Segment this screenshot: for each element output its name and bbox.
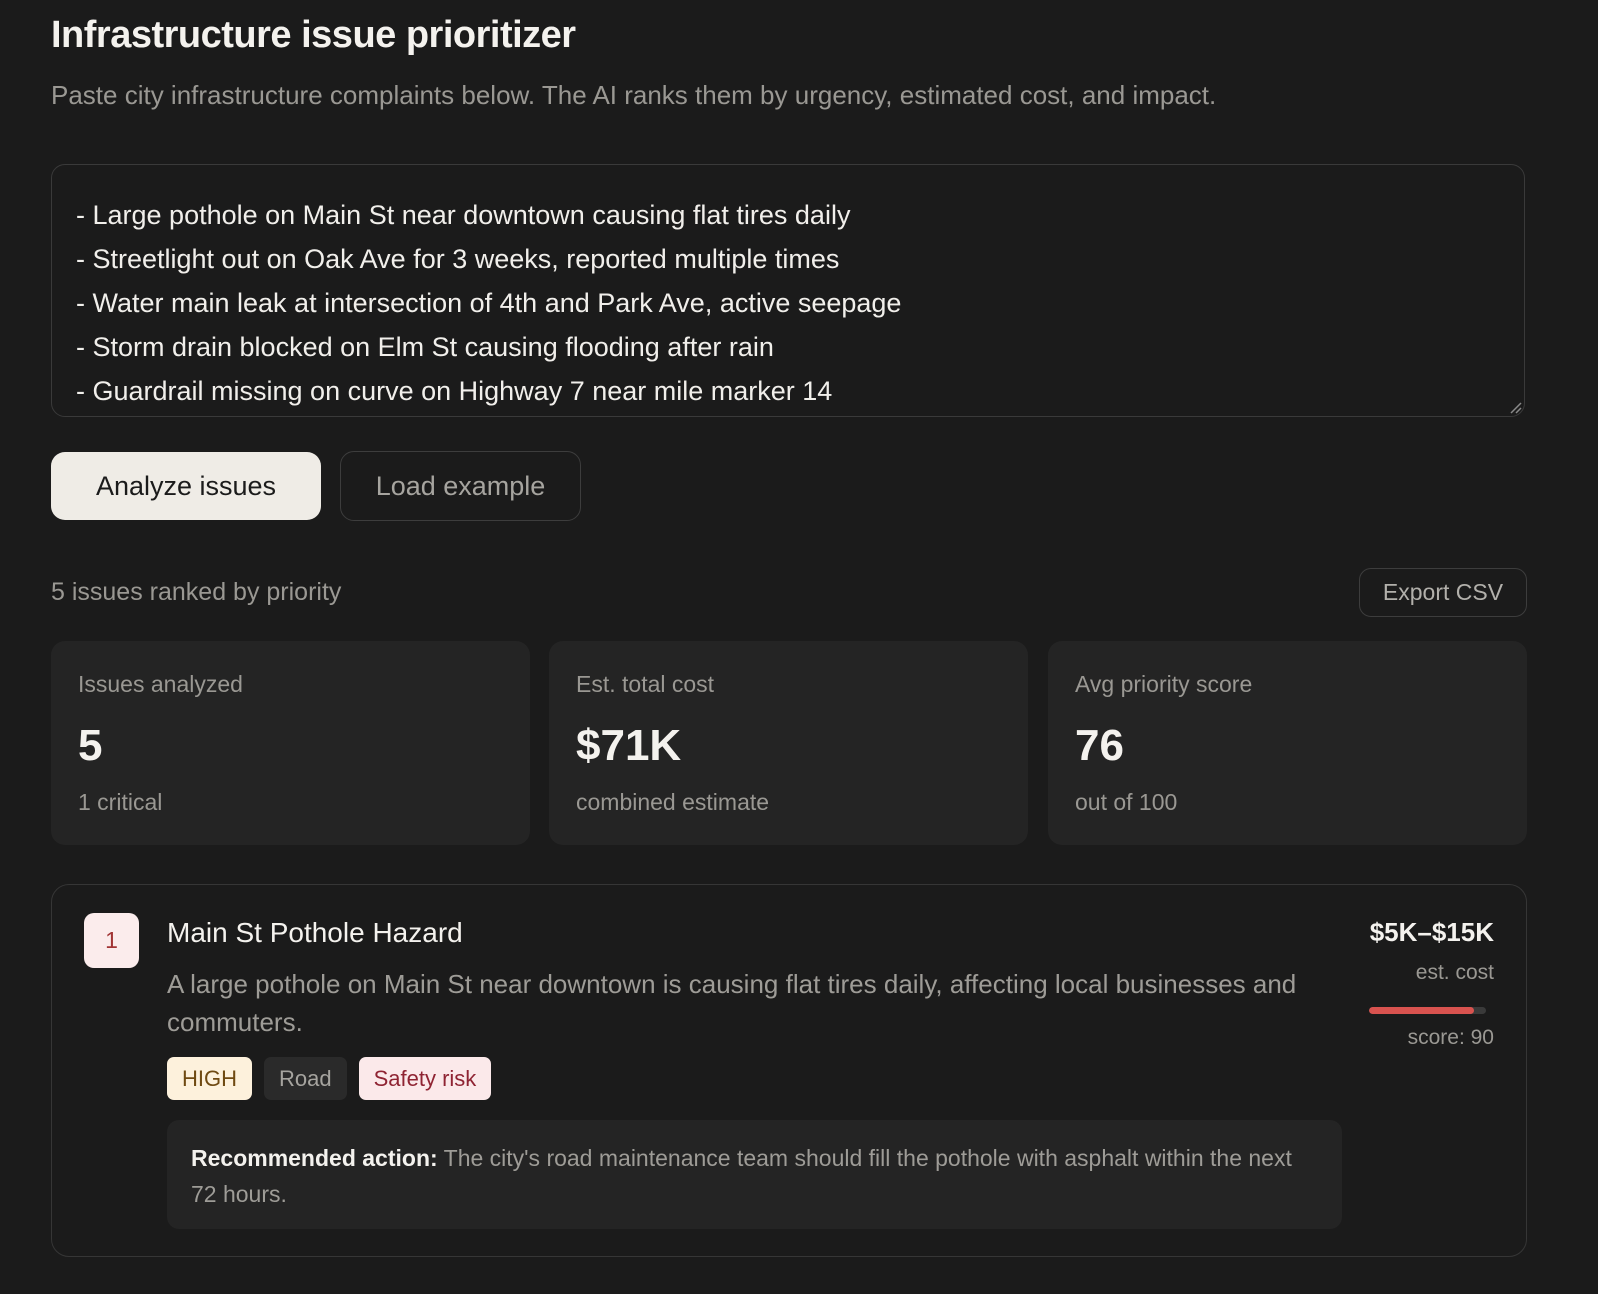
risk-badge: Safety risk (358, 1057, 492, 1100)
stat-subtext: 1 critical (78, 789, 163, 815)
stat-value: $71K (576, 721, 682, 770)
issue-card[interactable]: 1 Main St Pothole Hazard A large pothole… (51, 884, 1527, 1257)
complaint-line: - Streetlight out on Oak Ave for 3 weeks… (76, 244, 840, 274)
score-bar (1369, 1007, 1486, 1014)
issue-description: A large pothole on Main St near downtown… (167, 969, 1297, 1037)
issue-title: Main St Pothole Hazard (167, 917, 463, 948)
results-summary: 5 issues ranked by priority (51, 578, 342, 606)
cost-label: est. cost (1415, 961, 1494, 984)
complaint-line: - Water main leak at intersection of 4th… (76, 288, 902, 318)
complaint-line: - Guardrail missing on curve on Highway … (76, 376, 833, 406)
issue-tags: HIGH Road Safety risk (167, 1057, 492, 1100)
recommended-action-label: Recommended action: (191, 1145, 438, 1171)
stat-label: Issues analyzed (78, 671, 243, 697)
recommended-action: Recommended action: The city's road main… (167, 1120, 1342, 1229)
stat-label: Avg priority score (1075, 671, 1253, 697)
stat-card-issues-analyzed: Issues analyzed 5 1 critical (51, 641, 530, 845)
complaint-line: - Storm drain blocked on Elm St causing … (76, 332, 774, 362)
load-example-button[interactable]: Load example (340, 451, 581, 521)
export-csv-button[interactable]: Export CSV (1359, 568, 1527, 617)
resize-handle-icon[interactable] (1508, 400, 1522, 414)
category-badge: Road (264, 1057, 347, 1100)
stat-value: 76 (1075, 721, 1124, 770)
page-subtitle: Paste city infrastructure complaints bel… (51, 80, 1217, 110)
stat-label: Est. total cost (576, 671, 715, 697)
complaint-line: - Large pothole on Main St near downtown… (76, 200, 851, 230)
analyze-issues-button[interactable]: Analyze issues (51, 452, 321, 520)
score-bar-fill (1369, 1007, 1475, 1014)
urgency-badge: HIGH (167, 1057, 252, 1100)
rank-badge: 1 (84, 913, 139, 968)
complaints-textarea[interactable]: - Large pothole on Main St near downtown… (51, 164, 1525, 417)
stat-subtext: out of 100 (1075, 789, 1178, 815)
cost-range: $5K–$15K (1369, 917, 1494, 947)
stat-subtext: combined estimate (576, 789, 770, 815)
page-title: Infrastructure issue prioritizer (51, 14, 576, 56)
score-label: score: 90 (1407, 1026, 1494, 1049)
stat-card-avg-priority: Avg priority score 76 out of 100 (1048, 641, 1527, 845)
stat-card-total-cost: Est. total cost $71K combined estimate (549, 641, 1028, 845)
stat-value: 5 (78, 721, 103, 770)
